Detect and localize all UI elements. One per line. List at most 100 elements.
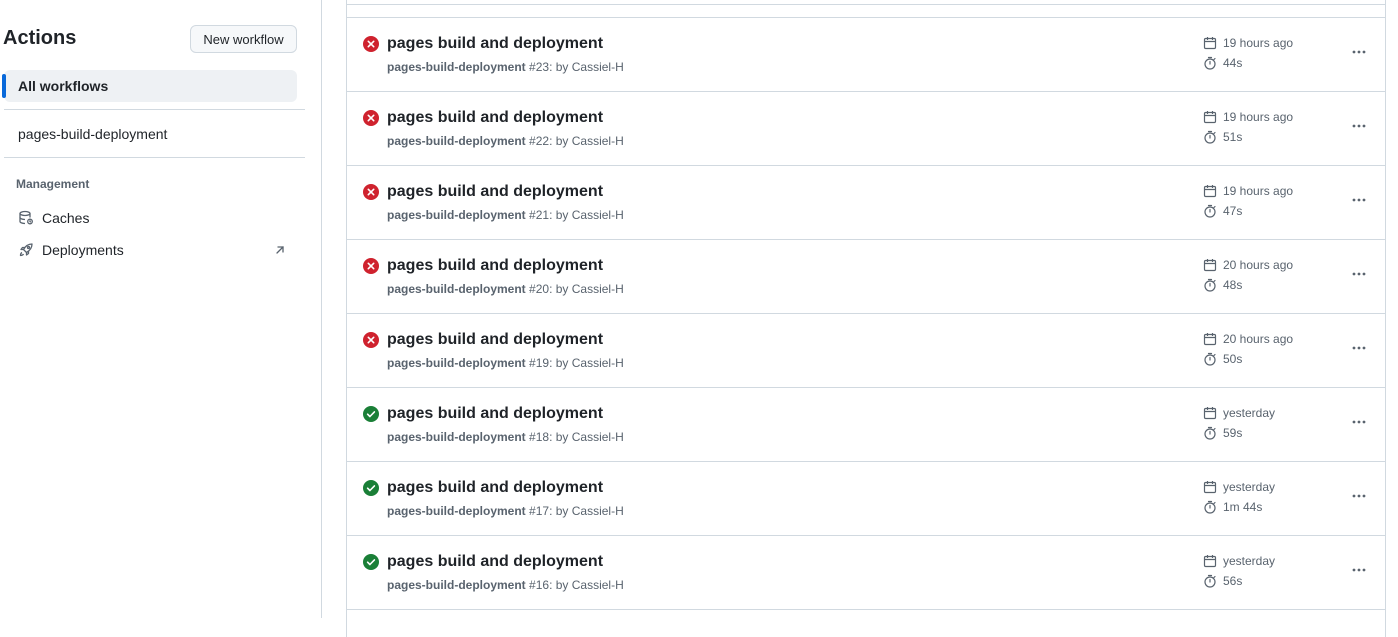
calendar-icon: [1203, 110, 1217, 124]
run-meta: pages-build-deployment #18: by Cassiel-H: [387, 430, 624, 444]
run-workflow-name: pages-build-deployment: [387, 578, 526, 592]
run-duration: 50s: [1203, 352, 1242, 366]
arrow-up-right-icon: [273, 243, 287, 257]
kebab-horizontal-icon[interactable]: [1347, 40, 1371, 64]
run-workflow-name: pages-build-deployment: [387, 430, 526, 444]
run-actor: : by Cassiel-H: [549, 504, 624, 518]
run-duration: 59s: [1203, 426, 1242, 440]
calendar-icon: [1203, 36, 1217, 50]
run-actor: : by Cassiel-H: [549, 282, 624, 296]
calendar-icon: [1203, 406, 1217, 420]
run-number: #16: [529, 578, 550, 592]
run-started-text: 19 hours ago: [1223, 110, 1294, 124]
calendar-icon: [1203, 480, 1217, 494]
run-title-link[interactable]: pages build and deployment: [387, 183, 603, 201]
sidebar-item-label: Caches: [42, 210, 90, 226]
run-actor: : by Cassiel-H: [549, 578, 624, 592]
table-row[interactable]: pages build and deployment pages-build-de…: [347, 92, 1385, 166]
run-title-link[interactable]: pages build and deployment: [387, 479, 603, 497]
run-duration: 51s: [1203, 130, 1242, 144]
run-meta: pages-build-deployment #23: by Cassiel-H: [387, 60, 624, 74]
run-number: #21: [529, 208, 550, 222]
page-title: Actions: [3, 27, 77, 49]
run-title-link[interactable]: pages build and deployment: [387, 553, 603, 571]
list-header-strip: [347, 0, 1385, 18]
run-meta: pages-build-deployment #17: by Cassiel-H: [387, 504, 624, 518]
table-row[interactable]: pages build and deployment pages-build-de…: [347, 536, 1385, 610]
run-started: yesterday: [1203, 406, 1275, 420]
run-actor: : by Cassiel-H: [549, 430, 624, 444]
kebab-horizontal-icon[interactable]: [1347, 558, 1371, 582]
run-title-link[interactable]: pages build and deployment: [387, 35, 603, 53]
run-started-text: yesterday: [1223, 406, 1276, 420]
run-started-text: 20 hours ago: [1223, 332, 1294, 346]
run-number: #19: [529, 356, 550, 370]
run-title-link[interactable]: pages build and deployment: [387, 405, 603, 423]
sidebar-item-caches[interactable]: Caches: [4, 202, 297, 234]
table-row[interactable]: pages build and deployment pages-build-de…: [347, 240, 1385, 314]
run-started: 20 hours ago: [1203, 332, 1293, 346]
run-meta: pages-build-deployment #20: by Cassiel-H: [387, 282, 624, 296]
run-title-link[interactable]: pages build and deployment: [387, 109, 603, 127]
run-started: yesterday: [1203, 480, 1275, 494]
run-workflow-name: pages-build-deployment: [387, 60, 526, 74]
stopwatch-icon: [1203, 574, 1217, 588]
calendar-icon: [1203, 554, 1217, 568]
kebab-horizontal-icon[interactable]: [1347, 484, 1371, 508]
run-workflow-name: pages-build-deployment: [387, 282, 526, 296]
check-circle-fill-icon: [363, 406, 379, 422]
run-started-text: yesterday: [1223, 554, 1276, 568]
table-row[interactable]: pages build and deployment pages-build-de…: [347, 18, 1385, 92]
run-duration-text: 44s: [1223, 56, 1243, 70]
run-duration: 1m 44s: [1203, 500, 1262, 514]
run-started: 19 hours ago: [1203, 36, 1293, 50]
run-actor: : by Cassiel-H: [549, 134, 624, 148]
kebab-horizontal-icon[interactable]: [1347, 410, 1371, 434]
sidebar-item-label: pages-build-deployment: [18, 126, 168, 142]
kebab-horizontal-icon[interactable]: [1347, 262, 1371, 286]
run-number: #23: [529, 60, 550, 74]
new-workflow-button[interactable]: New workflow: [190, 25, 297, 53]
sidebar-item-pages-build-deployment[interactable]: pages-build-deployment: [4, 118, 297, 150]
x-circle-fill-icon: [363, 258, 379, 274]
sidebar-item-deployments[interactable]: Deployments: [4, 234, 297, 266]
run-actor: : by Cassiel-H: [549, 208, 624, 222]
run-number: #20: [529, 282, 550, 296]
run-duration-text: 51s: [1223, 130, 1243, 144]
run-started-text: yesterday: [1223, 480, 1276, 494]
stopwatch-icon: [1203, 278, 1217, 292]
stopwatch-icon: [1203, 352, 1217, 366]
run-duration: 56s: [1203, 574, 1242, 588]
run-duration-text: 1m 44s: [1223, 500, 1263, 514]
run-started: 19 hours ago: [1203, 110, 1293, 124]
run-actor: : by Cassiel-H: [549, 60, 624, 74]
divider: [4, 157, 305, 158]
run-meta: pages-build-deployment #19: by Cassiel-H: [387, 356, 624, 370]
sidebar-item-label: Deployments: [42, 242, 124, 258]
run-number: #18: [529, 430, 550, 444]
stopwatch-icon: [1203, 204, 1217, 218]
sidebar: Actions New workflow All workflows pages…: [0, 0, 322, 618]
table-row[interactable]: pages build and deployment pages-build-de…: [347, 314, 1385, 388]
sidebar-item-all-workflows[interactable]: All workflows: [2, 70, 297, 102]
run-duration-text: 50s: [1223, 352, 1243, 366]
run-started: 20 hours ago: [1203, 258, 1293, 272]
table-row[interactable]: pages build and deployment pages-build-de…: [347, 462, 1385, 536]
table-row[interactable]: pages build and deployment pages-build-de…: [347, 388, 1385, 462]
run-duration: 44s: [1203, 56, 1242, 70]
run-number: #17: [529, 504, 550, 518]
kebab-horizontal-icon[interactable]: [1347, 336, 1371, 360]
management-heading: Management: [16, 177, 90, 191]
run-meta: pages-build-deployment #21: by Cassiel-H: [387, 208, 624, 222]
run-title-link[interactable]: pages build and deployment: [387, 257, 603, 275]
kebab-horizontal-icon[interactable]: [1347, 188, 1371, 212]
run-actor: : by Cassiel-H: [549, 356, 624, 370]
run-title-link[interactable]: pages build and deployment: [387, 331, 603, 349]
check-circle-fill-icon: [363, 554, 379, 570]
kebab-horizontal-icon[interactable]: [1347, 114, 1371, 138]
sidebar-item-label: All workflows: [18, 78, 109, 94]
table-row[interactable]: pages build and deployment pages-build-de…: [347, 166, 1385, 240]
stopwatch-icon: [1203, 56, 1217, 70]
calendar-icon: [1203, 184, 1217, 198]
run-workflow-name: pages-build-deployment: [387, 208, 526, 222]
